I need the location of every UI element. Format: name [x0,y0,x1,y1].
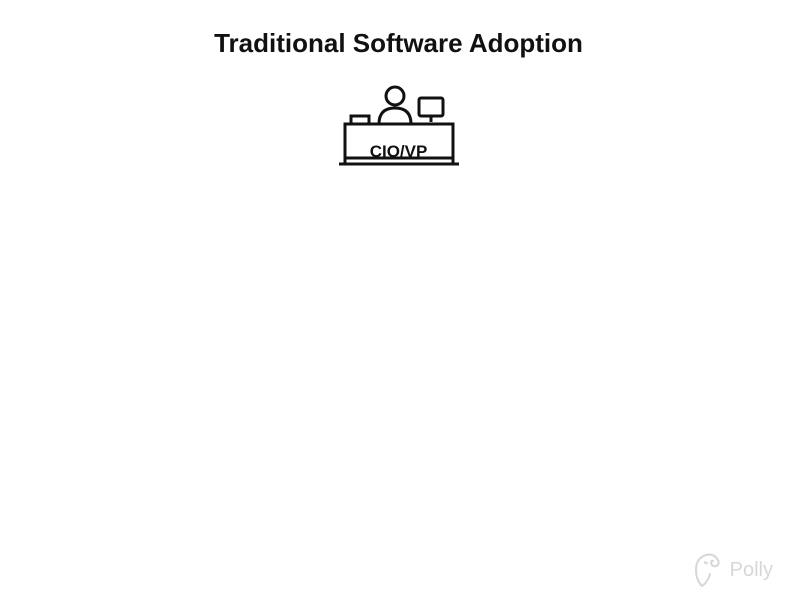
brand-logo: Polly [692,552,773,588]
figure-label: CIO/VP [337,142,461,162]
brand-name: Polly [730,559,773,582]
polly-bird-icon [692,552,722,588]
desk-person-figure: CIO/VP [337,82,461,172]
page-title: Traditional Software Adoption [0,28,797,59]
